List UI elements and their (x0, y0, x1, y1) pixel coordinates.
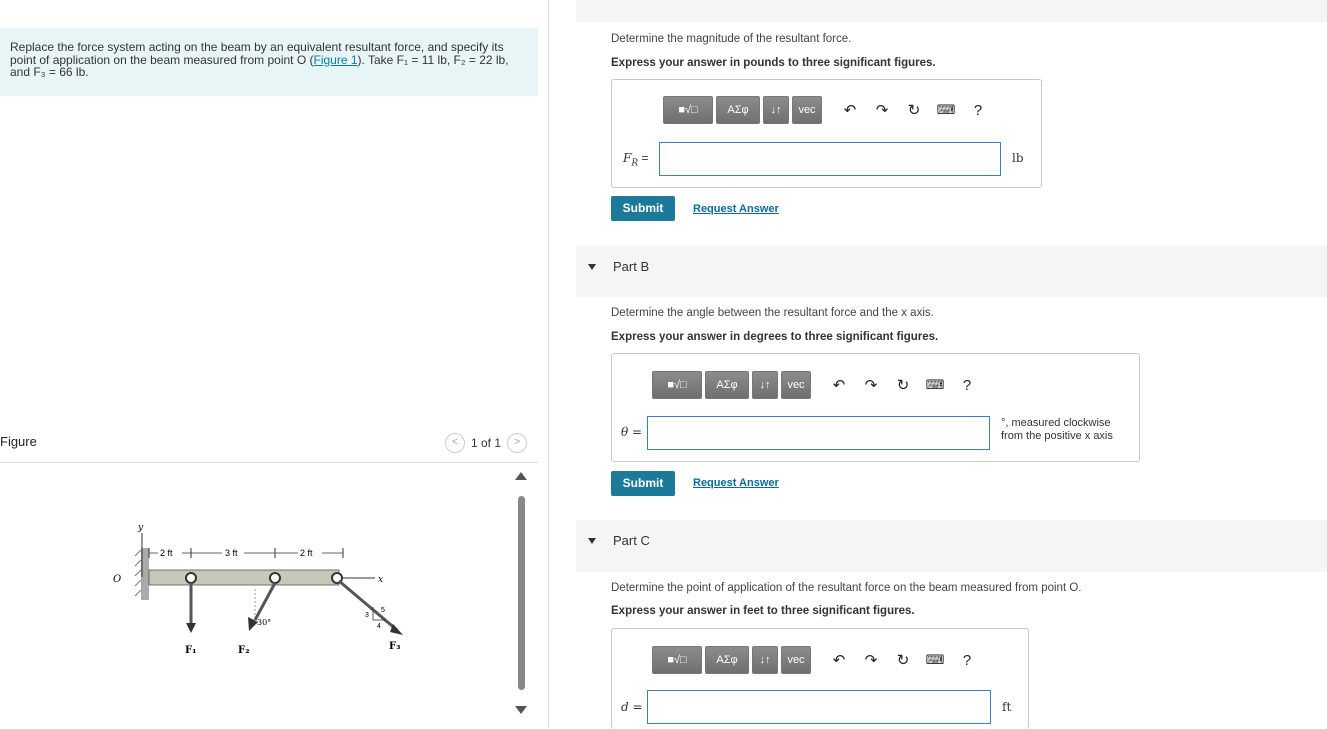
pin-f2 (269, 572, 281, 584)
help-icon[interactable]: ? (956, 374, 978, 396)
arrows-button[interactable]: ↓↑ (752, 371, 778, 399)
help-icon[interactable]: ? (967, 99, 989, 121)
origin-label: O (113, 574, 121, 585)
panel-divider (548, 0, 549, 728)
part-b-unit: °, measured clockwise from the positive x… (1001, 417, 1113, 442)
part-b-title[interactable]: Part B (613, 259, 649, 274)
dim-label-3: 2 ft (300, 548, 313, 558)
figure-divider (0, 462, 538, 463)
greek-button[interactable]: ΑΣφ (705, 646, 749, 674)
y-axis-label: y (137, 523, 144, 533)
part-b-answer-input[interactable] (647, 416, 990, 450)
help-icon[interactable]: ? (956, 649, 978, 671)
part-c-question: Determine the point of application of th… (611, 582, 1082, 594)
part-b-variable: θ = (621, 425, 643, 439)
part-c-toolbar: ■√□ ΑΣφ ↓↑ vec ↶ ↷ ↻ ⌨ ? (652, 646, 978, 674)
undo-icon[interactable]: ↶ (828, 374, 850, 396)
figure-pager: <1 of 1 > (445, 433, 528, 453)
redo-icon[interactable]: ↷ (860, 649, 882, 671)
keyboard-icon[interactable]: ⌨ (924, 374, 946, 396)
f3-label: F₃ (389, 641, 400, 652)
beam-figure: y x O 2 ft 3 ft 2 ft F₁ 30° F₂ 3 5 4 F₃ (113, 523, 403, 656)
scrollbar-thumb[interactable] (518, 496, 525, 690)
templates-button[interactable]: ■√□ (652, 371, 702, 399)
figure-counter: 1 of 1 (471, 436, 502, 450)
f3-arrow (338, 579, 398, 632)
problem-statement: Replace the force system acting on the b… (10, 40, 509, 79)
greek-button[interactable]: ΑΣφ (705, 371, 749, 399)
slope-3: 3 (365, 612, 369, 619)
f2-angle: 30° (257, 618, 271, 627)
part-c-variable: d = (621, 700, 643, 714)
part-b-request-answer-link[interactable]: Request Answer (693, 477, 779, 489)
part-b-toolbar: ■√□ ΑΣφ ↓↑ vec ↶ ↷ ↻ ⌨ ? (652, 371, 978, 399)
templates-button[interactable]: ■√□ (652, 646, 702, 674)
vec-button[interactable]: vec (792, 96, 822, 124)
part-a-submit-button[interactable]: Submit (611, 196, 675, 221)
next-figure-button[interactable]: > (507, 433, 528, 453)
reset-icon[interactable]: ↻ (892, 649, 914, 671)
keyboard-icon[interactable]: ⌨ (935, 99, 957, 121)
part-a-toolbar: ■√□ ΑΣφ ↓↑ vec ↶ ↷ ↻ ⌨ ? (663, 96, 989, 124)
reset-icon[interactable]: ↻ (903, 99, 925, 121)
part-a-unit: lb (1012, 151, 1024, 165)
slope-5: 5 (381, 607, 385, 614)
pin-f1 (185, 572, 197, 584)
part-b-header-band (576, 245, 1327, 297)
redo-icon[interactable]: ↷ (871, 99, 893, 121)
slope-4: 4 (377, 623, 381, 630)
vec-button[interactable]: vec (781, 646, 811, 674)
part-b-instruction: Express your answer in degrees to three … (611, 331, 939, 343)
reset-icon[interactable]: ↻ (892, 374, 914, 396)
part-c-answer-input[interactable] (647, 690, 991, 724)
figure-heading: Figure (0, 434, 37, 449)
part-c-header-band (576, 520, 1327, 572)
part-b-question: Determine the angle between the resultan… (611, 307, 934, 319)
beam (148, 569, 340, 586)
f1-label: F₁ (185, 645, 196, 656)
prev-figure-button[interactable]: < (445, 433, 465, 453)
greek-button[interactable]: ΑΣφ (716, 96, 760, 124)
scroll-up-arrow[interactable] (515, 472, 527, 480)
undo-icon[interactable]: ↶ (828, 649, 850, 671)
part-c-unit: ft (1002, 700, 1012, 714)
figure-link[interactable]: Figure 1 (314, 53, 358, 67)
part-c-title[interactable]: Part C (613, 533, 650, 548)
part-c-instruction: Express your answer in feet to three sig… (611, 605, 915, 617)
part-a-instruction: Express your answer in pounds to three s… (611, 57, 936, 69)
scroll-down-arrow[interactable] (515, 706, 527, 714)
undo-icon[interactable]: ↶ (839, 99, 861, 121)
part-a-variable: FR = (623, 151, 649, 169)
redo-icon[interactable]: ↷ (860, 374, 882, 396)
keyboard-icon[interactable]: ⌨ (924, 649, 946, 671)
templates-button[interactable]: ■√□ (663, 96, 713, 124)
x-axis-label: x (378, 575, 383, 585)
arrows-button[interactable]: ↓↑ (763, 96, 789, 124)
dim-label-1: 2 ft (160, 548, 173, 558)
part-a-request-answer-link[interactable]: Request Answer (693, 203, 779, 215)
vec-button[interactable]: vec (781, 371, 811, 399)
arrows-button[interactable]: ↓↑ (752, 646, 778, 674)
f2-arrow (253, 582, 277, 621)
part-b-submit-button[interactable]: Submit (611, 471, 675, 496)
part-c-collapse-icon[interactable] (588, 538, 596, 544)
f2-label: F₂ (238, 645, 249, 656)
part-a-answer-input[interactable] (659, 142, 1001, 176)
part-b-collapse-icon[interactable] (588, 264, 596, 270)
dim-label-2: 3 ft (225, 548, 238, 558)
part-a-question: Determine the magnitude of the resultant… (611, 33, 852, 45)
part-a-header-band (576, 0, 1327, 22)
